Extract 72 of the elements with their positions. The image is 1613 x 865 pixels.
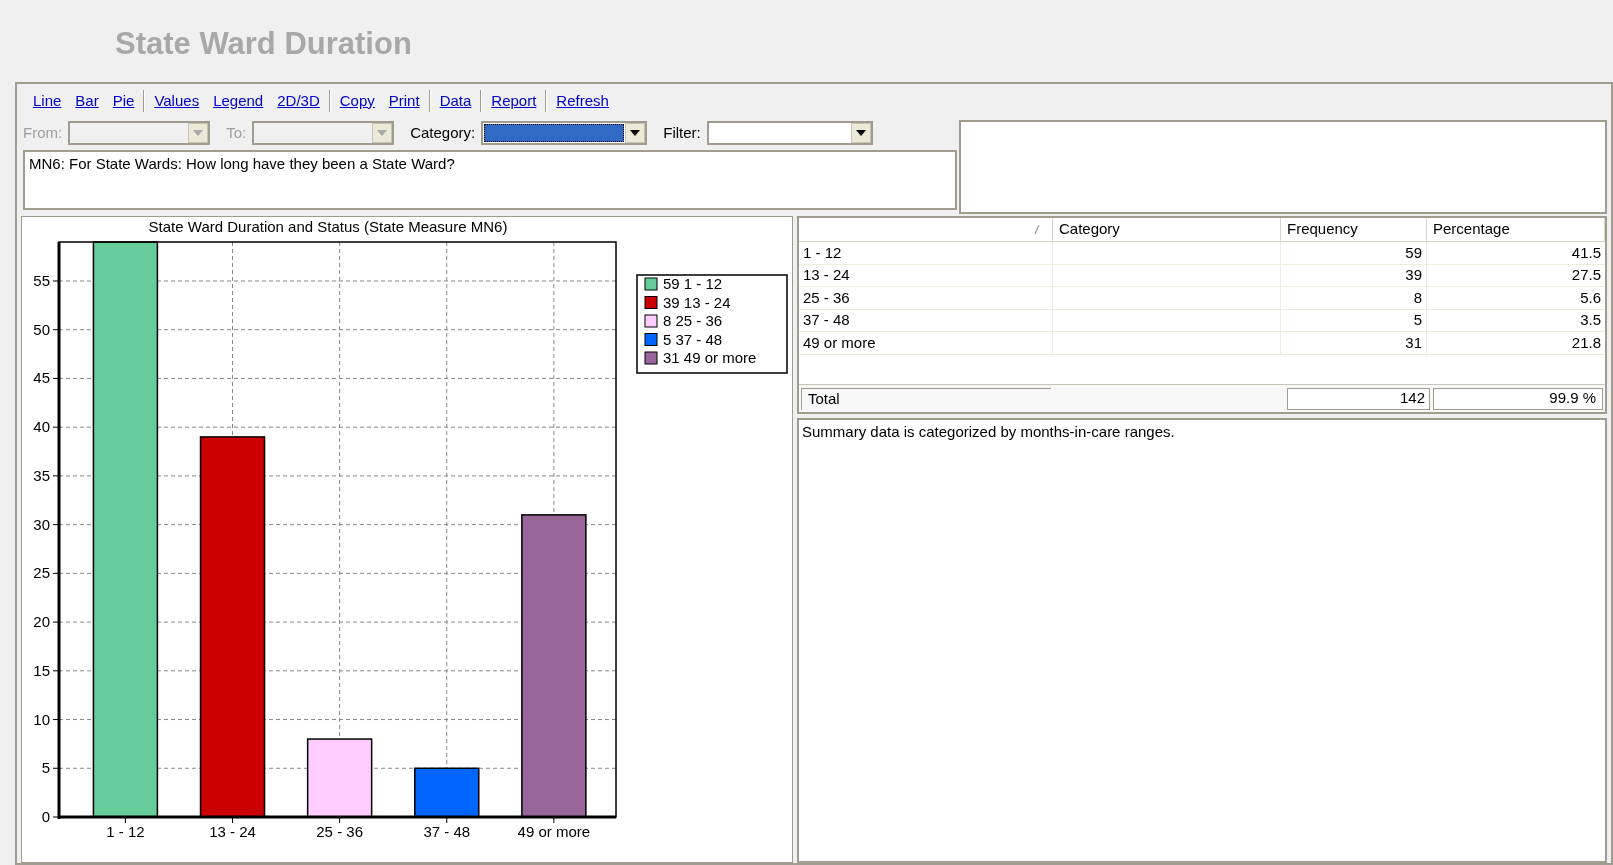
y-tick-label: 55: [33, 272, 50, 289]
toolbar-link[interactable]: Bar: [75, 89, 99, 113]
toolbar-link[interactable]: Legend: [213, 89, 264, 113]
summary-text: Summary data is categorized by months-in-care ranges.: [802, 423, 1175, 440]
question-text-area[interactable]: MN6: For State Wards: How long have they been a State Ward?: [23, 150, 957, 210]
table-cell-text: 37 - 48: [803, 310, 850, 330]
table-cell-text: 5: [1413, 310, 1422, 330]
question-text: MN6: For State Wards: How long have they been a State Ward?: [29, 155, 455, 172]
table-cell-text: 13 - 24: [803, 265, 850, 285]
y-tick-label: 10: [33, 710, 50, 728]
table-cell-text: 1 - 12: [803, 242, 842, 263]
toolbar-link[interactable]: 2D/3D: [277, 89, 320, 113]
toolbar-link[interactable]: Print: [388, 89, 420, 113]
x-tick-label: 25 - 36: [316, 823, 363, 840]
y-tick-label: 40: [33, 418, 50, 436]
sort-indicator-icon: [1034, 225, 1040, 234]
dropdown-arrow-icon: [193, 130, 204, 136]
table-cell-text: 49 or more: [803, 332, 876, 353]
field-label: Filter:: [663, 122, 701, 143]
y-tick-label: 45: [33, 369, 50, 387]
y-tick-label: 35: [33, 466, 50, 484]
x-tick-label: 37 - 48: [423, 823, 471, 840]
table-cell-text: 41.5: [1571, 242, 1601, 263]
x-tick-label: 13 - 24: [209, 823, 256, 840]
x-tick-label: 49 or more: [517, 823, 591, 840]
total-frequency-field: 142: [1287, 387, 1430, 410]
y-tick-label: 15: [33, 661, 50, 679]
table-cell-text: 8: [1413, 287, 1422, 308]
table-cell-text: 59: [1405, 242, 1422, 263]
field-label: To:: [226, 122, 247, 143]
column-header[interactable]: Percentage: [1433, 218, 1510, 241]
toolbar-link[interactable]: Pie: [112, 89, 135, 113]
toolbar-link[interactable]: Values: [154, 89, 200, 113]
table-cell-text: 3.5: [1580, 310, 1601, 330]
total-label: Total: [808, 388, 840, 409]
dropdown-arrow-icon: [855, 130, 866, 136]
legend-label: 31 49 or more: [663, 349, 757, 366]
x-tick-label: 1 - 12: [106, 823, 145, 840]
toolbar-link[interactable]: Data: [439, 89, 472, 113]
column-header[interactable]: Category: [1059, 218, 1120, 241]
table-cell-text: 39: [1405, 265, 1422, 285]
y-tick-label: 25: [33, 564, 50, 582]
dropdown-arrow-icon: [377, 130, 388, 136]
table-cell-text: 31: [1405, 332, 1422, 353]
y-tick-label: 30: [33, 515, 50, 533]
table-cell-text: 21.8: [1571, 332, 1601, 353]
toolbar-link[interactable]: Copy: [339, 89, 375, 113]
y-tick-label: 50: [33, 320, 50, 338]
bar: [414, 767, 480, 818]
field-label: From:: [23, 122, 63, 143]
page-title: State Ward Duration: [115, 24, 412, 63]
table-cell-text: 25 - 36: [803, 287, 850, 308]
legend-label: 5 37 - 48: [663, 330, 723, 348]
table-cell-text: 5.6: [1580, 287, 1601, 308]
total-percentage-field: 99.9 %: [1433, 387, 1603, 410]
dropdown-field[interactable]: [481, 121, 648, 145]
legend-label: 59 1 - 12: [663, 275, 723, 292]
chart-title: State Ward Duration and Status (State Measure MN6): [148, 218, 508, 235]
toolbar-link[interactable]: Report: [491, 89, 537, 113]
legend-label: 39 13 - 24: [663, 293, 731, 311]
toolbar-link[interactable]: Line: [33, 89, 62, 113]
y-tick-label: 0: [41, 808, 50, 825]
toolbar-link[interactable]: Refresh: [556, 89, 609, 113]
y-tick-label: 20: [33, 613, 50, 631]
field-label: Category:: [410, 122, 476, 143]
table-cell-text: 27.5: [1571, 265, 1601, 285]
dropdown-field[interactable]: [706, 121, 873, 145]
y-tick-label: 5: [41, 759, 50, 777]
column-header[interactable]: Frequency: [1287, 218, 1358, 241]
summary-text-area[interactable]: Summary data is categorized by months-in-care ranges.: [797, 418, 1607, 863]
dropdown-arrow-icon: [630, 130, 641, 136]
legend-label: 8 25 - 36: [663, 312, 723, 329]
